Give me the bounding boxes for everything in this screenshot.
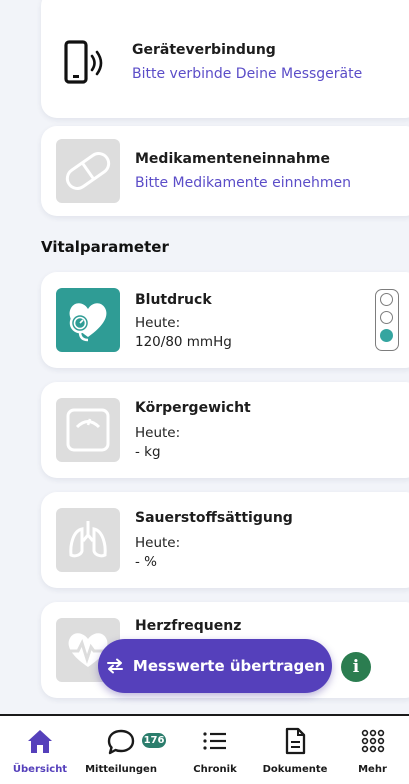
tab-overview-label: Übersicht xyxy=(12,764,68,775)
medication-card-subtitle[interactable]: Bitte Medikamente einnehmen xyxy=(135,175,351,191)
phone-signal-icon xyxy=(63,40,107,90)
transfer-measurements-label: Messwerte übertragen xyxy=(132,657,326,675)
transfer-measurements-button[interactable]: Messwerte übertragen xyxy=(98,639,332,693)
vitals-section-title: Vitalparameter xyxy=(41,238,169,256)
body-weight-label: Heute: xyxy=(135,425,181,441)
grid-dots-icon xyxy=(361,726,385,756)
medication-card[interactable]: Medikamenteneinnahme Bitte Medikamente e… xyxy=(41,126,409,216)
list-icon xyxy=(202,726,228,756)
main-scroll-area[interactable]: Geräteverbindung Bitte verbinde Deine Me… xyxy=(0,0,409,714)
device-connection-card[interactable]: Geräteverbindung Bitte verbinde Deine Me… xyxy=(41,0,409,118)
tab-overview[interactable]: Übersicht xyxy=(0,716,80,784)
oxygen-saturation-title: Sauerstoffsättigung xyxy=(135,510,293,526)
info-icon[interactable]: i xyxy=(341,652,371,682)
vital-card-oxygen-saturation[interactable]: Sauerstoffsättigung Heute: - % xyxy=(41,492,409,588)
oxygen-saturation-label: Heute: xyxy=(135,535,181,551)
scale-icon xyxy=(56,398,120,462)
pill-icon xyxy=(56,139,120,203)
home-icon xyxy=(26,726,54,756)
oxygen-saturation-value: - % xyxy=(135,554,157,570)
vital-card-blood-pressure[interactable]: Blutdruck Heute: 120/80 mmHg xyxy=(41,272,409,368)
vital-card-body-weight[interactable]: Körpergewicht Heute: - kg xyxy=(41,382,409,478)
tab-more-label: Mehr xyxy=(358,764,387,775)
body-weight-title: Körpergewicht xyxy=(135,400,251,416)
tab-messages-label: Mitteilungen xyxy=(85,764,157,775)
heart-rate-title: Herzfrequenz xyxy=(135,618,242,634)
messages-count-badge: 176 xyxy=(140,731,168,750)
chat-bubble-icon xyxy=(106,726,136,756)
tab-more[interactable]: Mehr xyxy=(336,716,409,784)
traffic-light-status-icon xyxy=(375,289,399,351)
body-weight-value: - kg xyxy=(135,444,161,460)
tab-documents-label: Dokumente xyxy=(262,764,328,775)
blood-pressure-icon xyxy=(56,288,120,352)
device-card-title: Geräteverbindung xyxy=(132,42,276,58)
device-card-subtitle[interactable]: Bitte verbinde Deine Messgeräte xyxy=(132,66,362,82)
transfer-arrows-icon xyxy=(106,658,123,674)
blood-pressure-label: Heute: xyxy=(135,315,181,331)
tab-documents[interactable]: Dokumente xyxy=(255,716,335,784)
medication-card-title: Medikamenteneinnahme xyxy=(135,151,330,167)
blood-pressure-title: Blutdruck xyxy=(135,292,212,308)
lungs-icon xyxy=(56,508,120,572)
tab-chronicle-label: Chronik xyxy=(193,764,237,775)
bottom-tab-bar: Übersicht Mitteilungen Chronik Dokumente… xyxy=(0,714,409,784)
info-glyph: i xyxy=(352,657,360,677)
blood-pressure-value: 120/80 mmHg xyxy=(135,334,232,350)
document-icon xyxy=(284,726,306,756)
tab-messages[interactable]: Mitteilungen xyxy=(80,716,162,784)
tab-chronicle[interactable]: Chronik xyxy=(175,716,255,784)
